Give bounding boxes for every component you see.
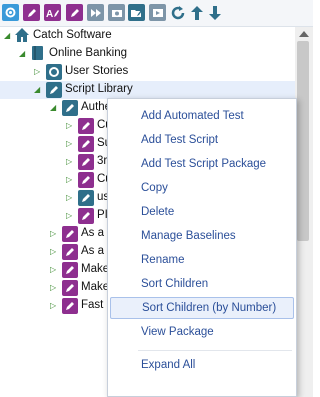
script-icon <box>62 100 78 116</box>
menu-item-copy[interactable]: Copy <box>110 177 294 199</box>
menu-item-add-automated-test[interactable]: Add Automated Test <box>110 105 294 127</box>
vertical-scrollbar[interactable] <box>295 27 313 397</box>
arrow-up-icon[interactable] <box>188 4 205 21</box>
collapsed-arrow-icon[interactable]: ▷ <box>50 283 58 292</box>
scrollbar-thumb[interactable] <box>297 41 309 241</box>
tree-node-catch-software[interactable]: ◢ Catch Software <box>0 27 295 45</box>
tree-node-label: Script Library <box>65 83 133 95</box>
test-icon <box>78 136 94 152</box>
folder-edit-icon[interactable] <box>128 4 145 21</box>
tree-node-script-library[interactable]: ◢ Script Library <box>0 81 295 99</box>
rename-icon[interactable]: A <box>44 4 61 21</box>
tree-node-label: Online Banking <box>49 47 127 59</box>
expanded-arrow-icon[interactable]: ◢ <box>19 49 27 58</box>
collapsed-arrow-icon[interactable]: ▷ <box>66 175 74 184</box>
collapsed-arrow-icon[interactable]: ▷ <box>50 265 58 274</box>
play-icon[interactable] <box>149 4 166 21</box>
home-icon <box>14 27 30 43</box>
collapsed-arrow-icon[interactable]: ▷ <box>34 67 42 76</box>
collapsed-arrow-icon[interactable]: ▷ <box>50 301 58 310</box>
toolbar: A <box>0 0 313 27</box>
collapsed-arrow-icon[interactable]: ▷ <box>66 121 74 130</box>
test-icon <box>62 280 78 296</box>
collapsed-arrow-icon[interactable]: ▷ <box>50 229 58 238</box>
collapsed-arrow-icon[interactable]: ▷ <box>66 139 74 148</box>
svg-text:A: A <box>46 9 53 19</box>
tree-node-online-banking[interactable]: ◢ Online Banking <box>0 45 295 63</box>
test-icon <box>62 298 78 314</box>
collapsed-arrow-icon[interactable]: ▷ <box>50 247 58 256</box>
collapsed-arrow-icon[interactable]: ▷ <box>66 211 74 220</box>
menu-item-expand-all[interactable]: Expand All <box>110 354 294 376</box>
menu-item-rename[interactable]: Rename <box>110 249 294 271</box>
expanded-arrow-icon[interactable]: ◢ <box>34 85 42 94</box>
camera-icon[interactable] <box>108 4 125 21</box>
menu-item-sort-children[interactable]: Sort Children <box>110 273 294 295</box>
collapsed-arrow-icon[interactable]: ▷ <box>66 157 74 166</box>
menu-item-delete[interactable]: Delete <box>110 201 294 223</box>
settings-icon[interactable] <box>2 4 19 21</box>
collapsed-arrow-icon[interactable]: ▷ <box>66 193 74 202</box>
test-icon <box>78 118 94 134</box>
run-icon[interactable] <box>87 4 104 21</box>
menu-item-view-package[interactable]: View Package <box>110 321 294 343</box>
refresh-icon[interactable] <box>169 4 186 21</box>
menu-item-manage-baselines[interactable]: Manage Baselines <box>110 225 294 247</box>
tree-node-label: Make <box>81 281 110 293</box>
test-icon <box>78 154 94 170</box>
pencil-icon[interactable] <box>23 4 40 21</box>
test-icon <box>78 208 94 224</box>
tree-node-label: Make <box>81 263 110 275</box>
menu-item-add-test-script-package[interactable]: Add Test Script Package <box>110 153 294 175</box>
tree-node-label: User Stories <box>65 65 129 77</box>
expanded-arrow-icon[interactable]: ◢ <box>50 103 58 112</box>
tree-node-label: Catch Software <box>33 29 112 41</box>
test-icon <box>62 244 78 260</box>
scroll-up-icon[interactable] <box>299 31 309 37</box>
edit-icon[interactable] <box>66 4 83 21</box>
script-icon <box>46 82 62 98</box>
menu-item-add-test-script[interactable]: Add Test Script <box>110 129 294 151</box>
test-icon <box>62 226 78 242</box>
test-icon <box>62 262 78 278</box>
story-icon <box>46 64 62 80</box>
context-menu: Add Automated Test Add Test Script Add T… <box>107 98 297 397</box>
test-icon <box>78 172 94 188</box>
book-icon <box>30 45 46 61</box>
script-icon <box>78 190 94 206</box>
tree-node-user-stories[interactable]: ▷ User Stories <box>0 63 295 81</box>
menu-item-sort-children-by-number[interactable]: Sort Children (by Number) <box>110 297 294 319</box>
menu-separator <box>138 350 292 351</box>
expanded-arrow-icon[interactable]: ◢ <box>4 31 12 40</box>
arrow-down-icon[interactable] <box>206 4 223 21</box>
